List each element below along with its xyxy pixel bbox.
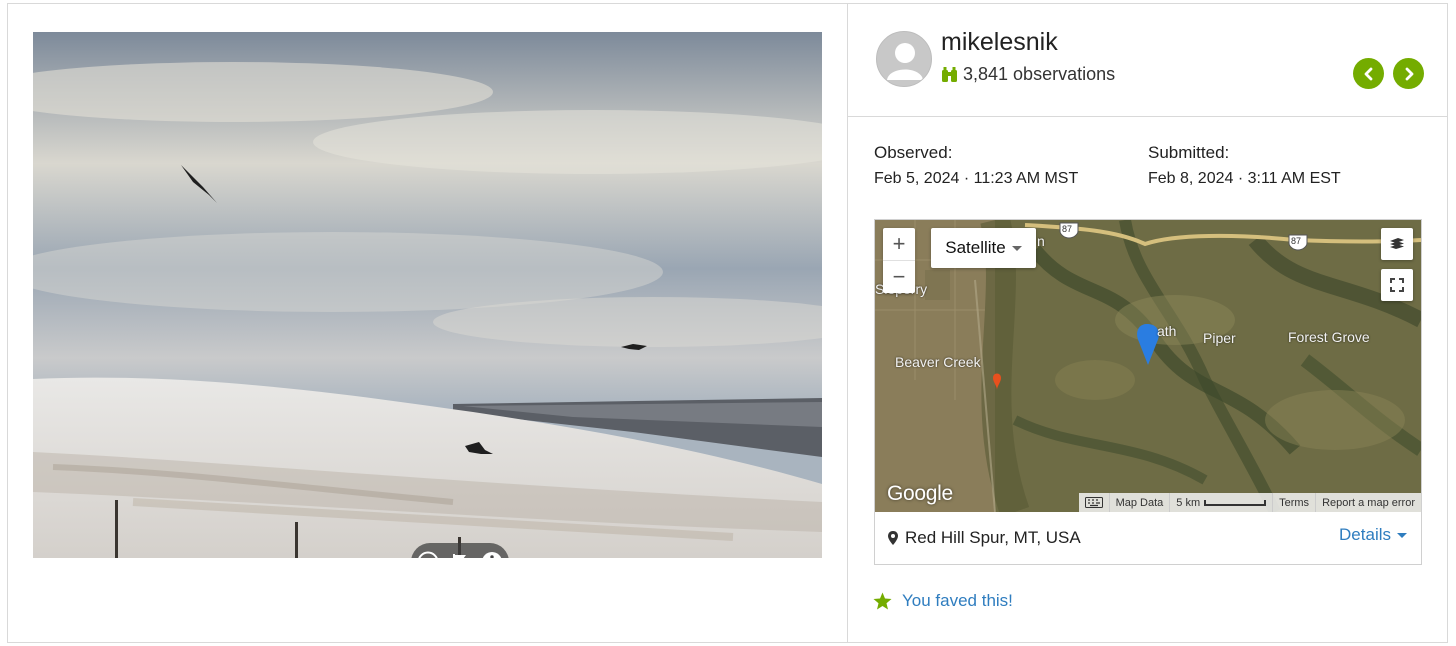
scale-bar [1204, 499, 1267, 506]
observed-label: Observed: [874, 143, 953, 162]
binoculars-icon [942, 67, 957, 82]
place-label: n [1037, 233, 1045, 249]
map-type-dropdown[interactable]: Satellite [931, 228, 1036, 268]
details-dropdown[interactable]: Details [1339, 525, 1407, 545]
chevron-left-icon [1364, 67, 1372, 80]
caret-down-icon [1397, 532, 1407, 538]
observation-count-label: 3,841 observations [963, 64, 1116, 84]
flag-icon[interactable] [448, 550, 472, 558]
username[interactable]: mikelesnik [941, 28, 1058, 57]
keyboard-shortcuts-button[interactable] [1079, 493, 1109, 512]
submitted-date: Feb 8, 2024 · 3:11 AM EST [1148, 170, 1341, 187]
photo-image [33, 32, 822, 558]
header-divider [848, 116, 1448, 117]
column-divider [847, 3, 848, 643]
chevron-right-icon [1405, 67, 1413, 80]
star-icon [873, 592, 892, 610]
map-marker-icon [888, 531, 898, 545]
photo-controls: cc [411, 543, 509, 558]
place-label: Beaver Creek [895, 354, 981, 370]
google-logo: Google [887, 482, 953, 505]
observation-photo[interactable]: cc [33, 32, 822, 558]
zoom-in-button[interactable]: + [883, 228, 915, 260]
map-data-link[interactable]: Map Data [1108, 493, 1170, 512]
info-icon[interactable] [480, 550, 504, 558]
place-label: Piper [1203, 330, 1236, 346]
fullscreen-button[interactable] [1381, 269, 1413, 301]
observed-date: Feb 5, 2024 · 11:23 AM MST [874, 170, 1079, 187]
user-silhouette-icon [887, 43, 923, 80]
avatar[interactable] [876, 31, 932, 87]
creative-commons-icon[interactable]: cc [416, 550, 440, 558]
highway-shield-label: 87 [1062, 224, 1073, 234]
next-button[interactable] [1393, 58, 1424, 89]
zoom-out-button[interactable]: − [883, 261, 915, 293]
highway-shield-label: 87 [1291, 236, 1302, 246]
map-attribution: Map Data 5 km Terms Report a map error [1078, 493, 1421, 512]
previous-button[interactable] [1353, 58, 1384, 89]
map[interactable]: 87 87 Beaver Creek Piper Forest Grove at… [875, 220, 1421, 512]
terms-link[interactable]: Terms [1272, 493, 1315, 512]
map-type-label: Satellite [945, 238, 1006, 257]
submitted-label: Submitted: [1148, 143, 1230, 162]
location-name: Red Hill Spur, MT, USA [905, 528, 1081, 547]
place-label: Forest Grove [1288, 329, 1370, 345]
scale-label: 5 km [1176, 496, 1201, 509]
layers-icon [1390, 238, 1404, 249]
keyboard-icon [1084, 497, 1103, 508]
fave-label: You faved this! [902, 591, 1013, 610]
layers-button[interactable] [1381, 228, 1413, 260]
details-label: Details [1339, 525, 1391, 544]
place-label: ath [1157, 323, 1177, 339]
report-map-error-link[interactable]: Report a map error [1315, 493, 1421, 512]
scale-indicator[interactable]: 5 km [1169, 493, 1272, 512]
fullscreen-icon [1390, 278, 1404, 292]
fave-button[interactable]: You faved this! [873, 591, 1013, 611]
observation-count[interactable]: 3,841 observations [941, 64, 1115, 85]
caret-down-icon [1011, 245, 1022, 251]
zoom-control: + − [883, 228, 915, 293]
map-card: 87 87 Beaver Creek Piper Forest Grove at… [874, 219, 1422, 565]
